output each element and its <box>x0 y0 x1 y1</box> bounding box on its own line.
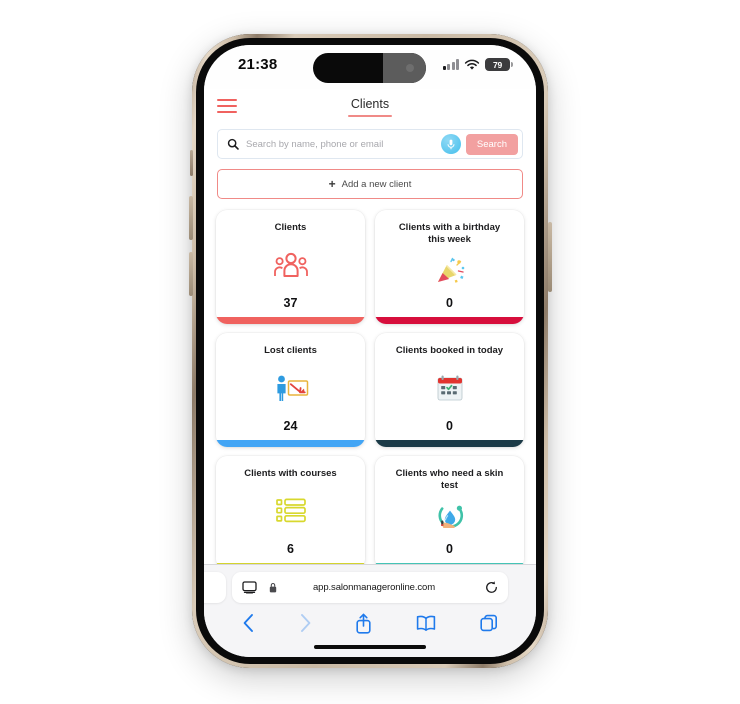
safari-tab-strip: app.salonmanageronline.com <box>204 572 536 603</box>
battery-icon: 79 <box>485 58 513 71</box>
safari-address-bar[interactable]: app.salonmanageronline.com <box>232 572 508 603</box>
stat-card-value: 0 <box>446 542 453 556</box>
bookmarks-icon[interactable] <box>416 615 436 631</box>
microphone-icon[interactable] <box>440 134 461 154</box>
party-popper-icon <box>375 246 524 296</box>
search-button[interactable]: Search <box>465 133 518 155</box>
calendar-icon <box>375 357 524 419</box>
search-input[interactable] <box>239 137 441 151</box>
cellular-signal-icon <box>442 59 459 70</box>
stat-card-value: 0 <box>446 419 453 433</box>
stat-card-accent <box>216 317 365 324</box>
page-title-underline <box>348 115 392 117</box>
app-header: Clients <box>204 89 536 125</box>
skin-test-droplet-icon <box>375 492 524 542</box>
reload-icon[interactable] <box>485 581 498 594</box>
home-indicator[interactable] <box>314 645 426 649</box>
stat-card-accent <box>375 440 524 447</box>
stat-card-title: Clients booked in today <box>395 345 504 356</box>
phone-screen: 21:38 79 Clients Search by name, phone o… <box>204 45 536 657</box>
wifi-icon <box>464 59 480 70</box>
stat-card-booked-today[interactable]: Clients booked in today 0 <box>375 333 524 447</box>
checklist-icon <box>216 480 365 542</box>
status-bar: 21:38 79 <box>204 45 536 89</box>
silent-switch-button[interactable] <box>190 150 193 176</box>
safari-toolbar <box>204 609 536 637</box>
status-bar-indicators: 79 <box>442 58 513 71</box>
stat-card-clients[interactable]: Clients 37 <box>216 210 365 324</box>
stat-card-skin-test[interactable]: Clients who need a skin test 0 <box>375 456 524 570</box>
dynamic-island[interactable] <box>313 53 426 83</box>
volume-up-button[interactable] <box>189 196 193 240</box>
front-camera-lens-icon <box>406 64 414 72</box>
battery-percent-label: 79 <box>492 59 503 70</box>
stat-card-title: Clients who need a skin test <box>395 468 504 491</box>
stats-card-grid: Clients 37 Clients with a birthday this … <box>216 210 524 570</box>
stat-card-title: Clients with a birthday this week <box>398 222 501 245</box>
adjacent-tab-preview[interactable] <box>204 572 226 603</box>
stat-card-lost-clients[interactable]: Lost clients 24 <box>216 333 365 447</box>
web-app-viewport: Clients Search by name, phone or email S… <box>204 89 536 609</box>
stat-card-title: Lost clients <box>264 345 317 356</box>
url-text: app.salonmanageronline.com <box>312 582 436 593</box>
share-icon[interactable] <box>355 613 372 634</box>
add-new-client-button[interactable]: + Add a new client <box>217 169 523 199</box>
page-title: Clients <box>350 97 390 111</box>
tabs-icon[interactable] <box>480 614 498 632</box>
stat-card-value: 0 <box>446 296 453 310</box>
back-arrow-icon[interactable] <box>242 613 255 633</box>
dynamic-island-activity <box>383 53 426 83</box>
forward-arrow-icon <box>300 614 311 632</box>
stat-card-accent <box>375 317 524 324</box>
status-bar-time: 21:38 <box>238 56 278 73</box>
add-new-client-label: Add a new client <box>341 178 412 190</box>
stat-card-birthdays[interactable]: Clients with a birthday this week 0 <box>375 210 524 324</box>
plus-icon: + <box>328 177 336 191</box>
stat-card-courses[interactable]: Clients with courses 6 <box>216 456 365 570</box>
person-with-declining-chart-icon <box>216 357 365 419</box>
volume-down-button[interactable] <box>189 252 193 296</box>
page-settings-aa-icon[interactable] <box>242 581 257 594</box>
screenshot-canvas: 21:38 79 Clients Search by name, phone o… <box>0 0 740 704</box>
safari-bottom-bar: app.salonmanageronline.com <box>204 564 536 657</box>
microphone-glyph <box>447 139 455 149</box>
power-button[interactable] <box>548 222 552 292</box>
search-icon <box>227 138 239 150</box>
search-bar: Search <box>217 129 523 159</box>
stat-card-value: 37 <box>283 296 298 310</box>
people-group-icon <box>216 234 365 296</box>
stat-card-title: Clients with courses <box>244 468 337 479</box>
stat-card-value: 6 <box>287 542 294 556</box>
stat-card-value: 24 <box>283 419 298 433</box>
stat-card-accent <box>216 440 365 447</box>
stat-card-title: Clients <box>274 222 307 233</box>
